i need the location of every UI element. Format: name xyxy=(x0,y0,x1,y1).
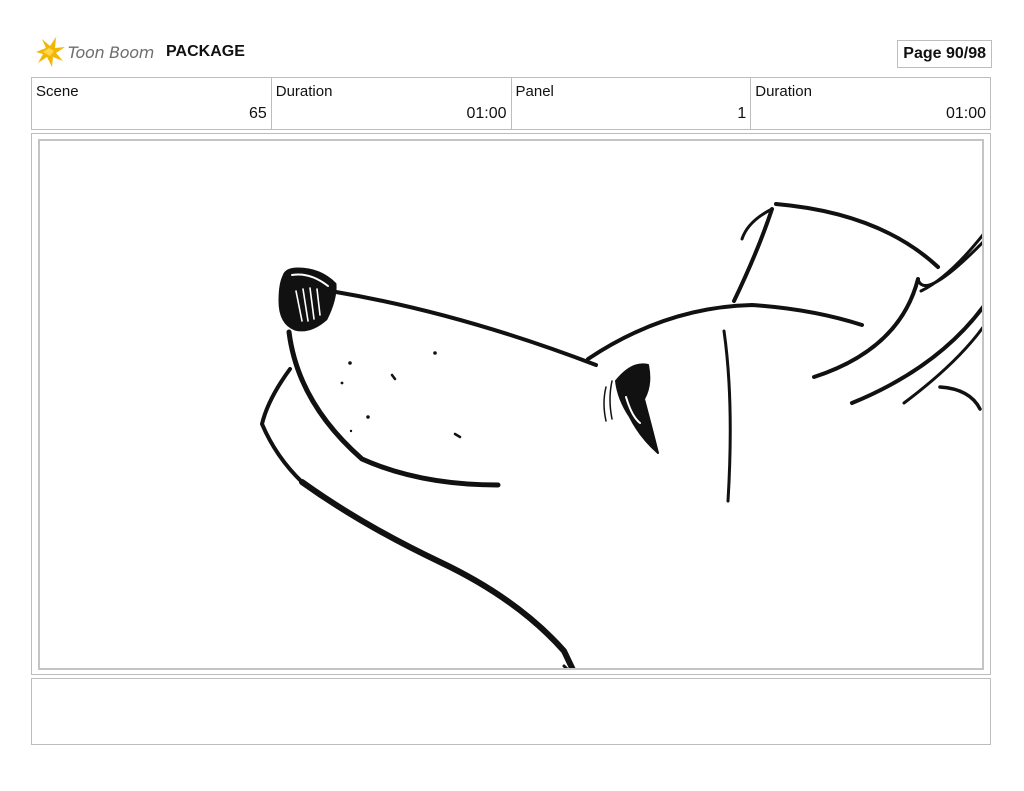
panel-duration-value: 01:00 xyxy=(945,105,986,122)
page-header: Toon Boom PACKAGE Page 90/98 xyxy=(32,34,992,74)
panel-cell: Panel 1 xyxy=(512,78,752,129)
storyboard-panel-image xyxy=(38,139,984,670)
dog-sketch-drawing xyxy=(260,202,982,668)
page-number: Page 90/98 xyxy=(897,40,992,68)
scene-label: Scene xyxy=(36,83,79,100)
panel-duration-cell: Duration 01:00 xyxy=(751,78,990,129)
panel-notes-box xyxy=(31,678,991,745)
scene-duration-cell: Duration 01:00 xyxy=(272,78,512,129)
panel-info-row: Scene 65 Duration 01:00 Panel 1 Duration… xyxy=(31,77,991,130)
panel-value: 1 xyxy=(737,105,747,122)
scene-cell: Scene 65 xyxy=(32,78,272,129)
brand-logo: Toon Boom PACKAGE xyxy=(32,34,245,70)
panel-label: Panel xyxy=(515,83,554,100)
brand-name: Toon Boom xyxy=(68,42,155,62)
toon-boom-burst-icon xyxy=(36,37,65,67)
scene-duration-label: Duration xyxy=(275,83,333,100)
storyboard-panel-frame xyxy=(31,133,991,675)
project-title: PACKAGE xyxy=(166,43,245,60)
panel-duration-label: Duration xyxy=(755,83,812,100)
scene-value: 65 xyxy=(248,105,267,122)
scene-duration-value: 01:00 xyxy=(466,105,507,122)
